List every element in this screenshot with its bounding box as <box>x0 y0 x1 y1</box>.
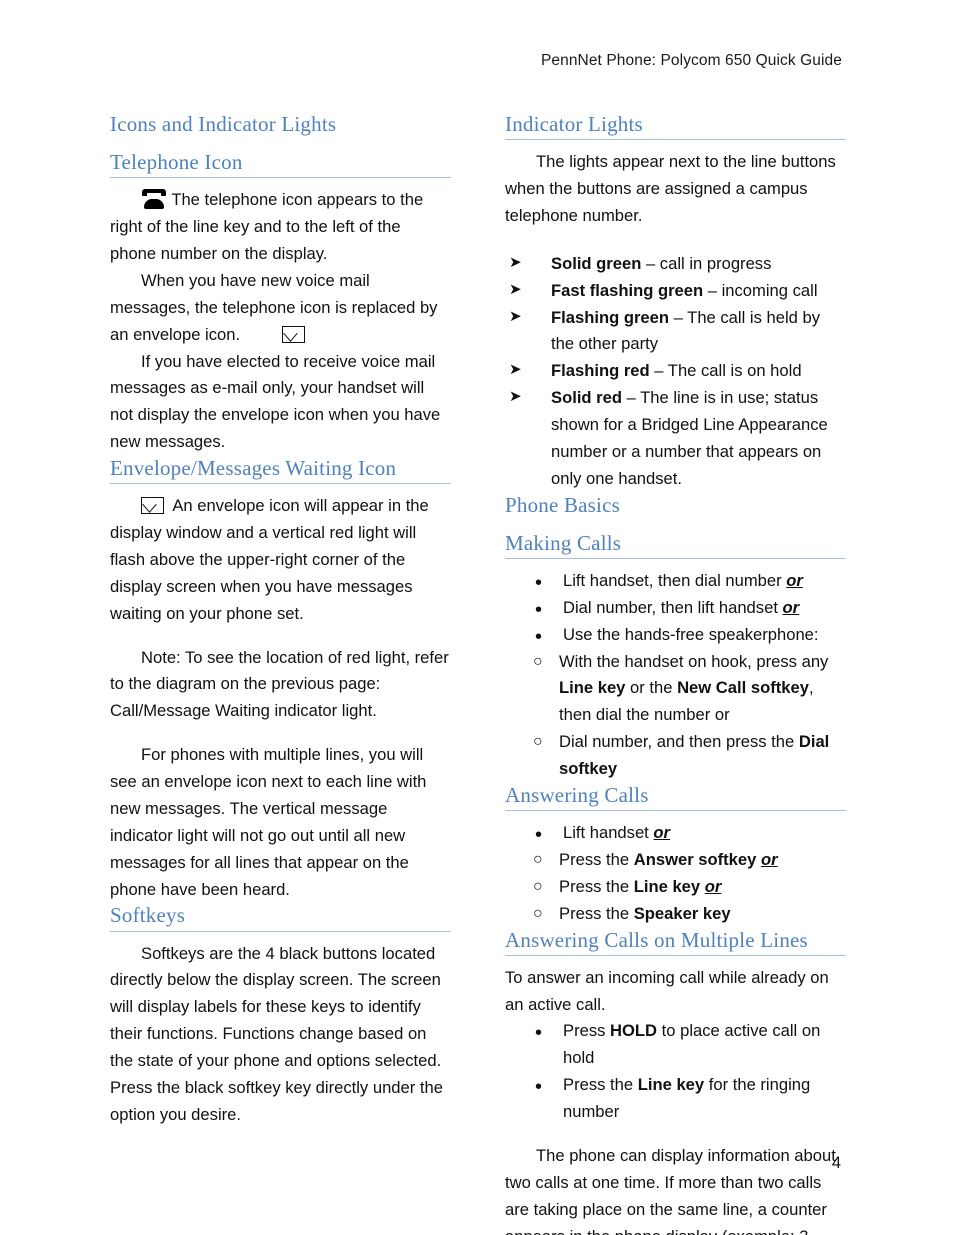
list-item-term: Fast flashing green <box>551 280 704 300</box>
list-item-emphasis: Line key <box>633 876 701 896</box>
list-item: • Lift handset, then dial number or <box>505 568 846 595</box>
circle-bullet-icon: ○ <box>533 733 543 751</box>
disc-bullet-icon: • <box>535 1076 543 1099</box>
list-item-text: or the <box>625 678 678 698</box>
envelope-icon <box>281 325 305 343</box>
list-item: ➤ Fast flashing green – incoming call <box>505 278 846 305</box>
circle-bullet-icon: ○ <box>533 904 543 922</box>
right-column: Indicator Lights The lights appear next … <box>505 112 846 1235</box>
list-item-text: Lift handset, then dial number <box>563 570 787 590</box>
indicator-lights-list: ➤ Solid green – call in progress ➤ Fast … <box>505 251 846 493</box>
envelope-icon-paragraph-1-text: An envelope icon will appear in the disp… <box>110 496 429 623</box>
document-page: PennNet Phone: Polycom 650 Quick Guide I… <box>0 0 954 1235</box>
list-item-rest: – The call is on hold <box>649 361 802 381</box>
list-item: ➤ Solid green – call in progress <box>505 251 846 278</box>
list-item: ➤ Solid red – The line is in use; status… <box>505 385 846 493</box>
list-item-emphasis: Line key <box>637 1075 705 1095</box>
telephone-icon-paragraph-2: When you have new voice mail messages, t… <box>110 268 451 349</box>
heading-answering-calls: Answering Calls <box>505 783 846 812</box>
answering-calls-sublist: ○ Press the Answer softkey or ○ Press th… <box>505 847 846 928</box>
heading-softkeys: Softkeys <box>110 903 451 932</box>
list-item: • Lift handset or <box>505 820 846 847</box>
envelope-icon-wrapper <box>245 322 311 349</box>
heading-telephone-icon: Telephone Icon <box>110 150 451 179</box>
disc-bullet-icon: • <box>535 1022 543 1045</box>
list-item: • Press the Line key for the ringing num… <box>505 1072 846 1126</box>
list-item-text: Press the <box>559 849 634 869</box>
running-header: PennNet Phone: Polycom 650 Quick Guide <box>540 52 842 69</box>
answering-calls-list: • Lift handset or <box>505 820 846 847</box>
list-item-term: Solid red <box>551 388 622 408</box>
list-item: • Press HOLD to place active call on hol… <box>505 1018 846 1072</box>
or-emphasis: or <box>782 597 800 617</box>
heading-envelope-messages-waiting-icon: Envelope/Messages Waiting Icon <box>110 456 451 485</box>
list-item-text: Press <box>563 1021 611 1041</box>
list-item: ○ Dial number, and then press the Dial s… <box>505 729 846 783</box>
heading-answering-calls-on-multiple-lines: Answering Calls on Multiple Lines <box>505 928 846 956</box>
list-item-text: With the handset on hook, press any <box>559 651 829 671</box>
arrow-bullet-icon: ➤ <box>509 307 522 325</box>
list-item-emphasis: HOLD <box>610 1021 658 1041</box>
closing-text-a: The phone can display information about … <box>505 1145 836 1235</box>
arrow-bullet-icon: ➤ <box>509 253 522 271</box>
list-item: ○ Press the Answer softkey or <box>505 847 846 874</box>
list-item: • Dial number, then lift handset or <box>505 595 846 622</box>
indicator-lights-paragraph-1: The lights appear next to the line butto… <box>505 152 836 225</box>
or-emphasis: or <box>761 849 778 869</box>
answering-multiple-list: • Press HOLD to place active call on hol… <box>505 1018 846 1126</box>
list-item-term: Solid green <box>551 253 642 273</box>
making-calls-list: • Lift handset, then dial number or <box>505 568 846 595</box>
or-emphasis: or <box>786 570 803 590</box>
softkeys-paragraph-1: Softkeys are the 4 black buttons located… <box>110 943 443 1124</box>
list-item-emphasis: Speaker key <box>633 903 731 923</box>
list-item-text: Dial number, then lift handset <box>563 597 783 617</box>
list-item-text: Dial number, and then press the <box>559 732 799 752</box>
section-title-phone-basics: Phone Basics <box>505 492 620 517</box>
left-column: Icons and Indicator Lights Telephone Ico… <box>110 112 451 1235</box>
list-item: ➤ Flashing red – The call is on hold <box>505 358 846 385</box>
list-item: ○ With the handset on hook, press any Li… <box>505 649 846 730</box>
envelope-icon-paragraph-1: An envelope icon will appear in the disp… <box>110 493 451 627</box>
two-column-body: Icons and Indicator Lights Telephone Ico… <box>110 112 847 1235</box>
answering-multiple-intro: To answer an incoming call while already… <box>505 967 829 1014</box>
heading-indicator-lights: Indicator Lights <box>505 112 846 141</box>
circle-bullet-icon: ○ <box>533 877 543 895</box>
list-item: ○ Press the Line key or <box>505 874 846 901</box>
circle-bullet-icon: ○ <box>533 652 543 670</box>
or-emphasis: or <box>704 876 722 896</box>
or-emphasis: or <box>653 823 671 843</box>
page-number: 4 <box>831 1154 841 1172</box>
telephone-icon-paragraph-3: If you have elected to receive voice mai… <box>110 351 441 452</box>
answering-multiple-closing-paragraph: The phone can display information about … <box>505 1143 846 1235</box>
making-calls-sublist: • Dial number, then lift handset or • Us… <box>505 595 846 649</box>
list-item-rest: – call in progress <box>641 253 772 273</box>
circle-bullet-icon: ○ <box>533 850 543 868</box>
making-calls-subsublist: ○ With the handset on hook, press any Li… <box>505 649 846 783</box>
list-item-emphasis: Line key <box>559 678 626 698</box>
list-item-text: Use the hands-free speakerphone: <box>563 624 819 644</box>
arrow-bullet-icon: ➤ <box>509 388 522 406</box>
envelope-icon-note-paragraph: Note: To see the location of red light, … <box>110 647 449 721</box>
list-item: ○ Press the Speaker key <box>505 901 846 928</box>
list-item-text: Lift handset <box>563 823 654 843</box>
arrow-bullet-icon: ➤ <box>509 280 522 298</box>
list-item-rest: – incoming call <box>703 280 818 300</box>
list-item-term: Flashing green <box>551 307 670 327</box>
section-title-icons-and-indicator-lights: Icons and Indicator Lights <box>110 112 337 136</box>
envelope-icon-paragraph-3: For phones with multiple lines, you will… <box>110 745 427 899</box>
envelope-icon <box>141 497 164 515</box>
list-item-emphasis: New Call softkey <box>677 678 809 698</box>
list-item-text: Press the <box>559 903 634 923</box>
list-item-term: Flashing red <box>551 361 650 381</box>
list-item-text: Press the <box>559 876 634 896</box>
heading-making-calls: Making Calls <box>505 531 846 559</box>
telephone-icon <box>141 189 167 210</box>
telephone-icon-paragraph-1: The telephone icon appears to the right … <box>110 187 451 268</box>
list-item: • Use the hands-free speakerphone: <box>505 622 846 649</box>
list-item-emphasis: Answer softkey <box>633 849 757 869</box>
list-item: ➤ Flashing green – The call is held by t… <box>505 305 846 359</box>
arrow-bullet-icon: ➤ <box>509 361 522 379</box>
list-item-text: Press the <box>563 1075 638 1095</box>
